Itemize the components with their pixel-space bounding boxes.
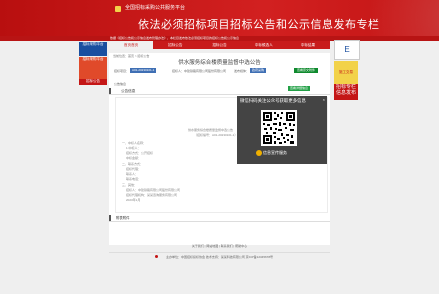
qr-code-image: [261, 110, 297, 146]
meta-value-project: A01-20230101-1: [130, 68, 157, 73]
left-ad-banner-1[interactable]: 招标采购平台: [79, 42, 107, 56]
section-marker: [109, 215, 111, 221]
meta-label-project: 招标项目：: [114, 69, 130, 73]
modal-title: 微信扫码关注公众号获取更多信息: [240, 98, 306, 103]
site-header: 全国招标采购公共服务平台 依法必须招标项目招标公告和公示信息发布专栏: [0, 0, 439, 36]
nav-tab-result[interactable]: 中标结果: [286, 41, 330, 49]
footer-links[interactable]: 关于我们 | 网站地图 | 联系我们 | 帮助中心: [0, 244, 439, 248]
document-title: 供水服务综合楼质量监督中选公告: [178, 60, 261, 66]
meta-label-tenderer: 招标人：中建铁路有限公司股份有限公司: [172, 69, 227, 73]
doc-line: 联系人：: [126, 172, 139, 176]
meta-value-media: 政府采购: [250, 68, 267, 73]
main-nav: 首页首页 招标公告 招标公告 中标候选人 中标结果: [109, 41, 330, 49]
meta-label-media: 发布媒体：: [234, 69, 250, 73]
doc-line: 供水服务综合楼质量监督中选公告: [188, 128, 234, 132]
doc-line: 一、中标人名称：: [122, 141, 147, 145]
footer-copyright: 主办单位：中国招标投标协会 技术支持：某某科技有限公司 京ICP备1234567…: [165, 255, 274, 259]
modal-brand-text: 信息宣传服务: [263, 150, 287, 155]
right-ad-2-text: 施工交易: [339, 70, 353, 74]
brand-logo-icon: [256, 150, 262, 156]
page-title: 依法必须招标项目招标公告和公示信息发布专栏: [138, 19, 380, 31]
right-ad-banner-2[interactable]: 施工交易: [334, 61, 358, 84]
section-notice-header: 公告信息: [109, 88, 330, 95]
doc-line: 招标代理：: [126, 167, 142, 171]
doc-line: 2023年1月: [126, 198, 141, 202]
nav-tab-home[interactable]: 首页首页: [109, 41, 154, 49]
doc-line: 招标代理机构：某某咨询服务有限公司: [126, 193, 178, 197]
right-ad-1-text: E: [344, 45, 350, 54]
right-ad-banner-1[interactable]: E: [334, 40, 360, 60]
nav-tab-notice[interactable]: 招标公告: [197, 41, 241, 49]
section-notice-title: 公告信息: [121, 89, 136, 93]
logo-text: 全国招标采购公共服务平台: [125, 5, 186, 11]
doc-line: 二、联系方式：: [122, 162, 144, 166]
document-meta: 招标项目： A01-20230101-1 招标人：中建铁路有限公司股份有限公司 …: [114, 68, 326, 74]
doc-line: 三、其他：: [122, 183, 138, 187]
left-ad-banner-2[interactable]: 招标采购平台: [79, 57, 107, 79]
right-ad-3-line2: 信息发布: [335, 90, 356, 96]
logo-icon: [115, 6, 121, 12]
doc-line: 中标金额：: [126, 156, 142, 160]
section-table-title: 附表附件: [116, 216, 130, 220]
right-ad-banner-3[interactable]: 招标专栏 信息发布: [334, 84, 358, 100]
doc-line: 招标方式：公开招标: [126, 151, 154, 155]
left-ad-banner-3[interactable]: 招标公告: [79, 79, 107, 85]
qr-modal: 微信扫码关注公众号获取更多信息 × 信息宣传服务: [237, 96, 327, 164]
close-icon[interactable]: ×: [323, 97, 325, 102]
doc-line: 联系电话：: [126, 177, 142, 181]
doc-line: 招标人：中建铁路有限公司股份有限公司: [126, 188, 181, 192]
left-ad-2-text: 招标采购平台: [82, 57, 104, 61]
doc-line: （招标编号：A01-20230101-1）: [194, 133, 238, 137]
nav-tab-tender[interactable]: 招标公告: [153, 41, 197, 49]
section-marker: [109, 88, 111, 94]
view-original-button[interactable]: 查看原文附件: [294, 68, 319, 73]
left-ad-1-text: 招标采购平台: [82, 42, 104, 46]
nav-tab-candidate[interactable]: 中标候选人: [242, 41, 286, 49]
footer-divider: [109, 252, 330, 253]
section-table-header: 附表附件: [109, 215, 330, 222]
announce-label: 公告信息: [114, 82, 127, 86]
left-ad-3-text: 招标公告: [86, 79, 100, 83]
doc-line: 1.中标人：: [126, 146, 141, 150]
